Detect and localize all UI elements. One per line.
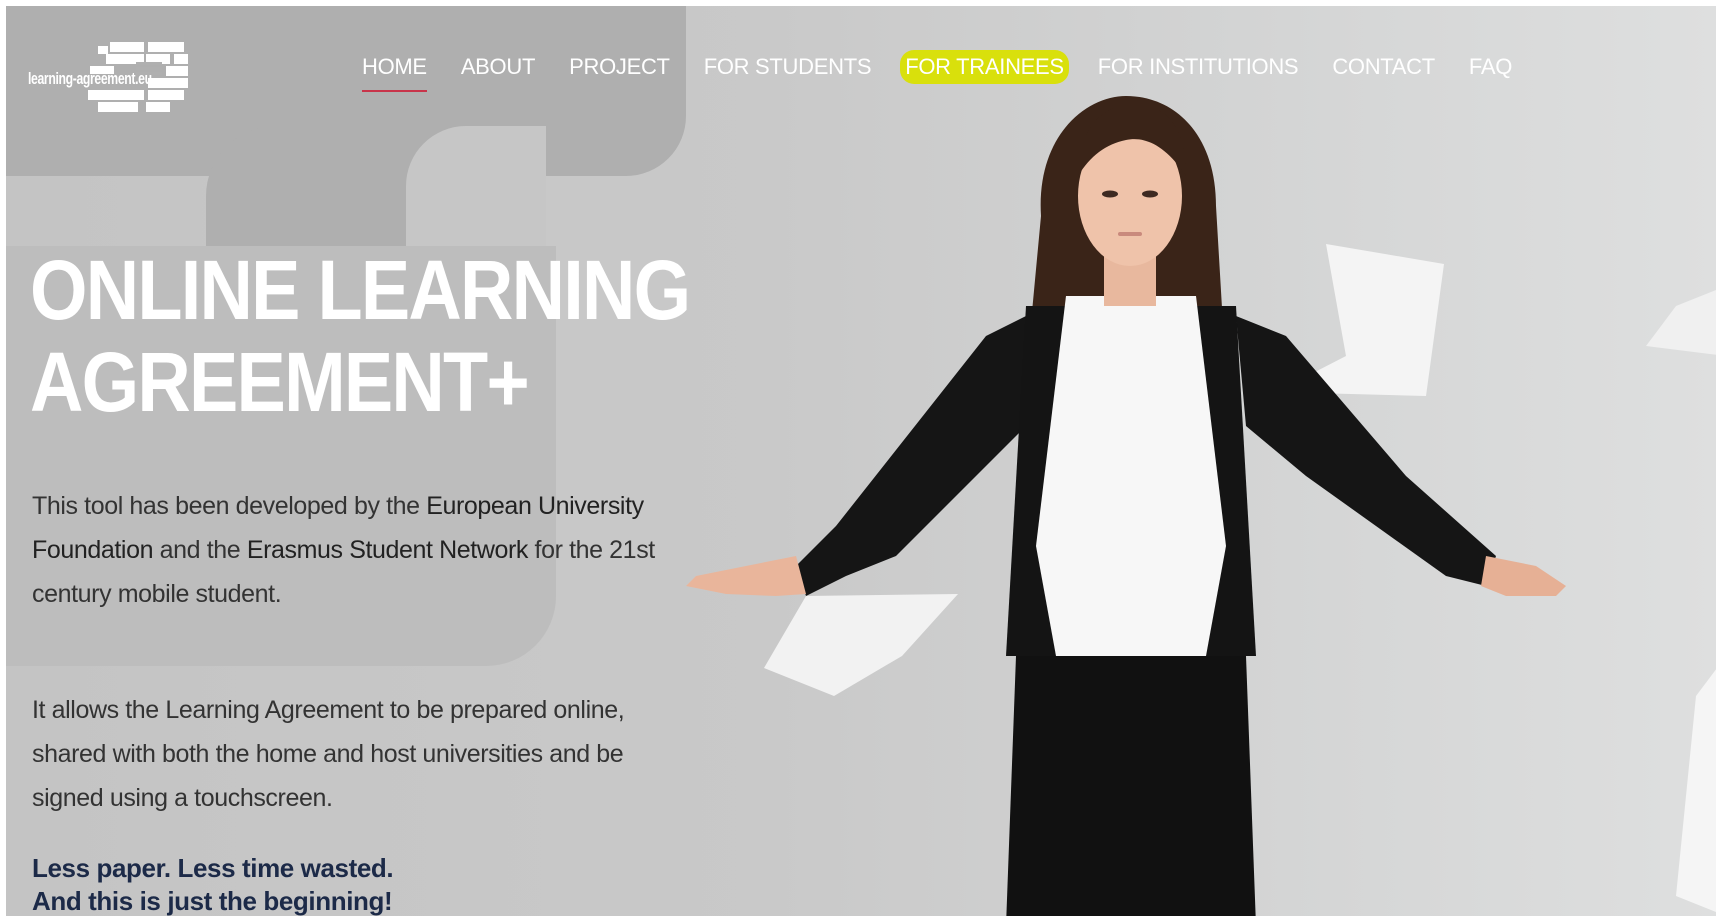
nav-faq[interactable]: FAQ <box>1469 50 1512 84</box>
shirt <box>1036 296 1226 656</box>
flying-paper <box>764 594 958 696</box>
org-name-esn: Erasmus Student Network <box>246 536 529 564</box>
nav-about[interactable]: ABOUT <box>461 50 536 84</box>
nav-contact[interactable]: CONTACT <box>1332 50 1435 84</box>
nav-for-institutions[interactable]: FOR INSTITUTIONS <box>1098 50 1299 84</box>
description-paragraph: It allows the Learning Agreement to be p… <box>32 696 625 812</box>
left-arm <box>796 316 1026 596</box>
intro-text: and the <box>153 536 247 564</box>
hero-title-line: AGREEMENT+ <box>30 335 530 429</box>
pants <box>1006 656 1256 916</box>
logo-text: learning-agreement.eu <box>28 69 152 88</box>
nav-for-students[interactable]: FOR STUDENTS <box>704 50 872 84</box>
right-hand <box>1481 556 1566 596</box>
mouth <box>1118 232 1142 236</box>
hero-section: learning-agreement.eu HOME ABOUT PROJECT… <box>6 6 1716 916</box>
tagline-line: And this is just the beginning! <box>32 886 393 916</box>
tagline: Less paper. Less time wasted. And this i… <box>32 852 394 916</box>
left-hand <box>686 556 806 596</box>
nav-home[interactable]: HOME <box>362 50 427 92</box>
intro-text: This tool has been developed by the <box>32 492 427 520</box>
nav-project[interactable]: PROJECT <box>569 50 670 84</box>
flying-paper <box>1646 290 1716 355</box>
hero-photo <box>686 96 1716 916</box>
hero-title-line: ONLINE LEARNING <box>30 243 691 337</box>
flying-paper <box>1676 669 1716 912</box>
intro-paragraph: This tool has been developed by the Euro… <box>32 484 672 616</box>
background-shape <box>406 126 546 246</box>
eye <box>1142 190 1158 198</box>
site-logo[interactable]: learning-agreement.eu <box>28 36 208 120</box>
main-nav: HOME ABOUT PROJECT FOR STUDENTS FOR TRAI… <box>362 50 1546 92</box>
nav-for-trainees[interactable]: FOR TRAINEES <box>900 50 1069 84</box>
tagline-line: Less paper. Less time wasted. <box>32 853 394 883</box>
eye <box>1102 190 1118 198</box>
hero-title: ONLINE LEARNING AGREEMENT+ <box>30 243 691 429</box>
